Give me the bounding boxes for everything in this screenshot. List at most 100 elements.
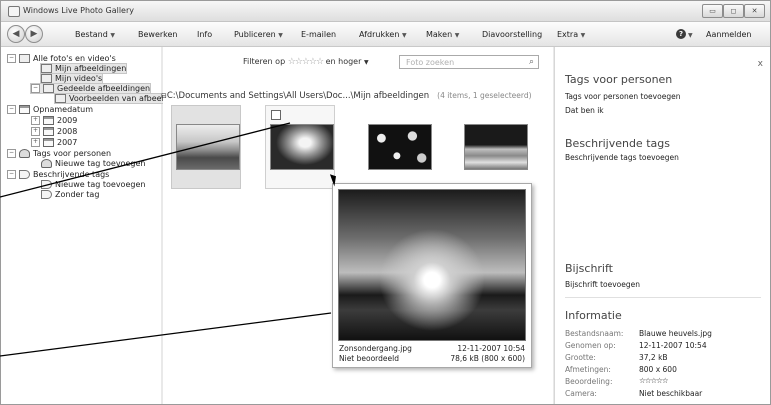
thumbnail-blauwe-heuvels[interactable]	[171, 105, 241, 189]
star-rating-icon[interactable]: ☆☆☆☆☆	[288, 57, 324, 67]
menu-diavoorstelling[interactable]: Diavoorstelling	[482, 30, 542, 39]
menu-bestand[interactable]: Bestand ▼	[75, 30, 115, 39]
tree-item-no-tag[interactable]: Zonder tag	[41, 190, 99, 199]
tree-item-my-pictures[interactable]: Mijn afbeeldingen	[39, 63, 128, 74]
info-value-camera: Niet beschikbaar	[639, 389, 703, 398]
add-tag-icon	[41, 180, 52, 189]
folder-path: ⊟C:\Documents and Settings\All Users\Doc…	[161, 91, 532, 101]
tree-item-samples[interactable]: Voorbeelden van afbeel	[54, 93, 165, 104]
preview-date: 12-11-2007 10:54	[457, 344, 525, 353]
expand-icon[interactable]: +	[31, 116, 40, 125]
thumbnail-image	[464, 124, 528, 170]
shared-folder-icon	[43, 84, 54, 93]
menu-toolbar: ◀ ▶ Bestand ▼ Bewerken Info Publiceren ▼…	[1, 22, 770, 47]
gallery-icon	[19, 54, 30, 63]
expand-icon[interactable]: +	[31, 138, 40, 147]
menu-emailen[interactable]: E-mailen	[301, 30, 336, 39]
search-icon[interactable]: ⌕	[529, 57, 534, 67]
add-desc-tags-link[interactable]: Beschrijvende tags toevoegen	[565, 153, 679, 162]
menu-afdrukken[interactable]: Afdrukken ▼	[359, 30, 407, 39]
calendar-icon	[43, 138, 54, 147]
select-checkbox[interactable]	[271, 110, 281, 120]
rating-stars-icon[interactable]: ☆☆☆☆☆	[639, 376, 669, 385]
close-pane-icon[interactable]: x	[758, 59, 763, 69]
no-tag-icon	[41, 190, 52, 199]
info-key-dimensions: Afmetingen:	[565, 365, 611, 374]
info-value-dimensions: 800 x 600	[639, 365, 677, 374]
tree-item-shared[interactable]: − Gedeelde afbeeldingen	[29, 83, 152, 94]
tree-item-year-2007[interactable]: +2007	[31, 138, 77, 147]
collapse-icon[interactable]: −	[7, 170, 16, 179]
calendar-icon	[43, 116, 54, 125]
menu-publiceren[interactable]: Publiceren ▼	[234, 30, 283, 39]
tree-item-date-taken[interactable]: − Opnamedatum	[7, 105, 93, 114]
menu-info[interactable]: Info	[197, 30, 212, 39]
tree-item-year-2009[interactable]: +2009	[31, 116, 77, 125]
preview-filename: Zonsondergang.jpg	[339, 344, 412, 353]
info-key-size: Grootte:	[565, 353, 596, 362]
search-placeholder: Foto zoeken	[406, 58, 455, 67]
tree-item-desc-tags[interactable]: − Beschrijvende tags	[7, 170, 109, 179]
divider	[565, 297, 761, 298]
pictures-folder-icon	[41, 64, 52, 73]
add-people-tags-link[interactable]: Tags voor personen toevoegen	[565, 92, 680, 101]
tag-icon	[19, 170, 30, 179]
minimize-button[interactable]: ▭	[702, 4, 723, 18]
add-person-icon	[41, 159, 52, 168]
collapse-icon[interactable]: −	[7, 54, 16, 63]
menu-maken[interactable]: Maken ▼	[426, 30, 459, 39]
hover-preview: Zonsondergang.jpg Niet beoordeeld 12-11-…	[332, 183, 532, 368]
its-me-link[interactable]: Dat ben ik	[565, 106, 604, 115]
tree-item-year-2008[interactable]: +2008	[31, 127, 77, 136]
thumbnail-zonsondergang[interactable]	[265, 105, 335, 189]
caption-heading: Bijschrift	[565, 262, 613, 275]
app-icon	[8, 6, 20, 17]
info-key-filename: Bestandsnaam:	[565, 329, 624, 338]
info-key-rating: Beoordeling:	[565, 377, 613, 386]
tree-item-my-videos[interactable]: Mijn video's	[39, 73, 104, 84]
info-key-taken: Genomen op:	[565, 341, 616, 350]
collapse-icon[interactable]: −	[31, 84, 40, 93]
navigation-tree: − Alle foto's en video's Mijn afbeeldinge…	[1, 47, 165, 404]
rating-filter[interactable]: Filteren op ☆☆☆☆☆ en hoger ▼	[243, 57, 369, 67]
tree-item-new-desc-tag[interactable]: Nieuwe tag toevoegen	[41, 180, 145, 189]
menu-bewerken[interactable]: Bewerken	[138, 30, 178, 39]
info-value-size: 37,2 kB	[639, 353, 668, 362]
tree-item-all[interactable]: − Alle foto's en video's	[7, 54, 116, 63]
folder-icon	[55, 94, 66, 103]
expand-icon[interactable]: +	[31, 127, 40, 136]
search-input[interactable]: Foto zoeken ⌕	[399, 55, 539, 69]
collapse-icon[interactable]: −	[7, 105, 16, 114]
info-value-filename[interactable]: Blauwe heuvels.jpg	[639, 329, 712, 338]
menu-extra[interactable]: Extra ▼	[557, 30, 585, 39]
people-icon	[19, 149, 30, 158]
thumbnail-waterlelies[interactable]	[363, 105, 433, 189]
videos-folder-icon	[41, 74, 52, 83]
desc-tags-heading: Beschrijvende tags	[565, 137, 670, 150]
info-value-taken[interactable]: 12-11-2007 10:54	[639, 341, 707, 350]
calendar-icon	[19, 105, 30, 114]
help-icon[interactable]: ?	[676, 29, 686, 39]
calendar-icon	[43, 127, 54, 136]
info-pane: x Tags voor personen Tags voor personen …	[554, 47, 770, 404]
preview-size: 78,6 kB (800 x 600)	[450, 354, 525, 363]
maximize-button[interactable]: ◻	[723, 4, 744, 18]
preview-image	[338, 189, 526, 341]
info-key-camera: Camera:	[565, 389, 597, 398]
app-window: Windows Live Photo Gallery ▭ ◻ ✕ ◀ ▶ Bes…	[0, 0, 771, 405]
forward-button[interactable]: ▶	[25, 25, 43, 43]
collapse-icon[interactable]: −	[7, 149, 16, 158]
close-button[interactable]: ✕	[744, 4, 765, 18]
thumbnail-image	[176, 124, 240, 170]
thumbnail-winter[interactable]	[459, 105, 529, 189]
signin-link[interactable]: Aanmelden	[706, 30, 751, 39]
help-dropdown[interactable]: ▼	[688, 30, 693, 39]
back-button[interactable]: ◀	[7, 25, 25, 43]
title-bar: Windows Live Photo Gallery ▭ ◻ ✕	[1, 1, 770, 22]
tree-item-people-tags[interactable]: − Tags voor personen	[7, 149, 111, 158]
tree-item-new-person-tag[interactable]: Nieuwe tag toevoegen	[41, 159, 145, 168]
window-title: Windows Live Photo Gallery	[23, 6, 134, 15]
add-caption-link[interactable]: Bijschrift toevoegen	[565, 280, 640, 289]
thumbnail-image	[368, 124, 432, 170]
people-tags-heading: Tags voor personen	[565, 73, 673, 86]
